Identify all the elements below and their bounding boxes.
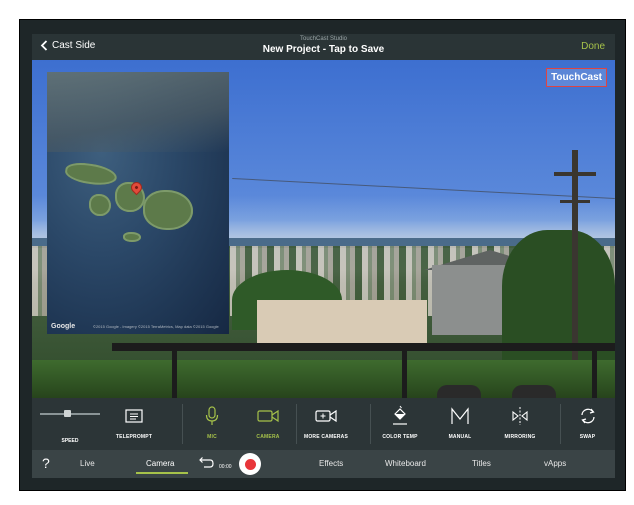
google-logo: Google xyxy=(51,323,76,330)
tab-effects[interactable]: Effects xyxy=(319,459,343,468)
teleprompt-icon xyxy=(125,409,143,423)
map-overlay[interactable]: Google ©2015 Google - Imagery ©2015 Terr… xyxy=(47,72,229,334)
tab-live[interactable]: Live xyxy=(80,459,95,468)
railing-post xyxy=(402,350,407,398)
swap-label: SWAP xyxy=(579,434,596,440)
done-button[interactable]: Done xyxy=(581,41,605,52)
building xyxy=(257,300,427,345)
record-icon xyxy=(244,458,256,470)
railing-post xyxy=(172,350,177,398)
map-attribution: ©2015 Google - Imagery ©2015 TerraMetric… xyxy=(93,324,219,329)
mirroring-button[interactable]: MIRRORING xyxy=(490,404,550,440)
color-temp-label: COLOR TEMP xyxy=(382,434,418,440)
color-temp-button[interactable]: COLOR TEMP xyxy=(370,404,430,440)
top-bar: Cast Side TouchCast Studio New Project -… xyxy=(32,34,615,60)
speed-slider-knob[interactable] xyxy=(63,410,71,417)
tab-whiteboard[interactable]: Whiteboard xyxy=(385,459,426,468)
camera-icon xyxy=(257,409,279,423)
app-window: Cast Side TouchCast Studio New Project -… xyxy=(19,19,626,491)
mirroring-icon xyxy=(512,407,528,425)
mirroring-label: MIRRORING xyxy=(504,434,536,440)
speed-label: SPEED xyxy=(61,438,79,444)
swap-button[interactable]: SWAP xyxy=(560,404,615,440)
help-button[interactable]: ? xyxy=(42,455,50,471)
tab-camera[interactable]: Camera xyxy=(146,459,174,468)
swap-icon xyxy=(580,408,595,424)
mic-icon xyxy=(205,406,219,425)
camera-preview[interactable]: Google ©2015 Google - Imagery ©2015 Terr… xyxy=(32,60,615,398)
manual-button[interactable]: MANUAL xyxy=(430,404,490,440)
record-timer: 00:00 xyxy=(219,464,232,470)
touchcast-logo: TouchCast xyxy=(546,68,607,87)
mic-label: MIC xyxy=(207,434,217,440)
island-maui-east xyxy=(143,190,193,230)
tab-titles[interactable]: Titles xyxy=(472,459,491,468)
utility-pole-crossbar xyxy=(554,172,596,176)
more-cameras-label: MORE CAMERAS xyxy=(303,434,349,440)
more-cameras-button[interactable]: MORE CAMERAS xyxy=(296,404,356,440)
mic-button[interactable]: MIC xyxy=(182,404,242,440)
camera-toolbar: SPEED TELEPROMPT MIC CAMERA MORE CAMERAS… xyxy=(32,398,615,450)
studio-label: TouchCast Studio xyxy=(299,36,348,42)
undo-icon[interactable] xyxy=(198,456,214,468)
island-lanai xyxy=(89,194,111,216)
power-wires xyxy=(232,177,615,200)
utility-pole-crossbar xyxy=(560,200,590,203)
chair xyxy=(437,385,481,398)
camera-button[interactable]: CAMERA xyxy=(238,404,298,440)
balcony-railing xyxy=(112,343,615,351)
manual-icon xyxy=(451,407,469,424)
camera-label: CAMERA xyxy=(256,434,280,440)
tab-vapps[interactable]: vApps xyxy=(544,459,566,468)
more-cameras-icon xyxy=(315,409,337,423)
manual-label: MANUAL xyxy=(448,434,472,440)
island-molokai xyxy=(63,160,119,188)
active-tab-indicator xyxy=(136,472,188,474)
bottom-nav: ? Live Camera 00:00 Effects Whiteboard T… xyxy=(32,450,615,478)
map-terrain xyxy=(47,72,229,152)
chair xyxy=(512,385,556,398)
railing-post xyxy=(592,350,597,398)
color-temp-icon xyxy=(393,405,407,425)
project-title[interactable]: New Project - Tap to Save xyxy=(32,44,615,55)
island-kahoolawe xyxy=(123,232,141,242)
teleprompt-label: TELEPROMPT xyxy=(115,434,153,440)
teleprompt-button[interactable]: TELEPROMPT xyxy=(104,404,164,440)
record-button[interactable] xyxy=(239,453,261,475)
